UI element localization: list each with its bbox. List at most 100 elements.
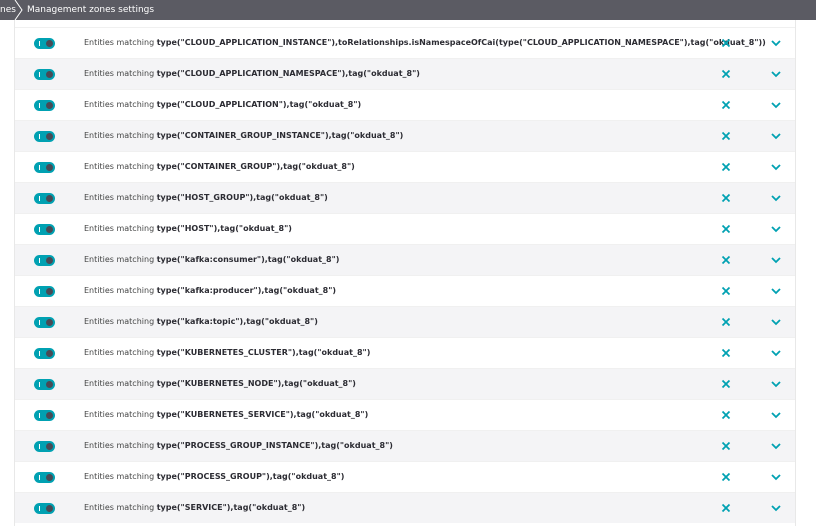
rule-prefix: Entities matching xyxy=(84,348,157,357)
expand-rule-chevron-down-icon[interactable] xyxy=(769,98,783,112)
rule-expression: type("CLOUD_APPLICATION_INSTANCE"),toRel… xyxy=(156,38,766,47)
expand-rule-chevron-down-icon[interactable] xyxy=(769,377,783,391)
remove-rule-close-icon[interactable] xyxy=(719,129,733,143)
expand-rule-chevron-down-icon[interactable] xyxy=(769,67,783,81)
remove-rule-close-icon[interactable] xyxy=(719,470,733,484)
breadcrumb: nes Management zones settings xyxy=(0,0,816,21)
toggle-on-mark xyxy=(39,196,40,201)
remove-rule-close-icon[interactable] xyxy=(719,439,733,453)
rule-enabled-toggle[interactable] xyxy=(34,503,55,514)
rule-expression: type("SERVICE"),tag("okduat_8") xyxy=(156,503,306,512)
remove-rule-close-icon[interactable] xyxy=(719,501,733,515)
toggle-knob xyxy=(46,412,53,419)
toggle-on-mark xyxy=(39,258,40,263)
rule-enabled-toggle[interactable] xyxy=(34,131,55,142)
remove-rule-close-icon[interactable] xyxy=(719,160,733,174)
toggle-knob xyxy=(46,443,53,450)
expand-rule-chevron-down-icon[interactable] xyxy=(769,222,783,236)
remove-rule-close-icon[interactable] xyxy=(719,191,733,205)
rule-enabled-toggle[interactable] xyxy=(34,410,55,421)
expand-rule-chevron-down-icon[interactable] xyxy=(769,284,783,298)
expand-rule-chevron-down-icon[interactable] xyxy=(769,191,783,205)
rule-description: Entities matching type("kafka:producer")… xyxy=(84,284,336,298)
rule-expression: type("kafka:topic"),tag("okduat_8") xyxy=(156,317,318,326)
expand-rule-chevron-down-icon[interactable] xyxy=(769,501,783,515)
rule-enabled-toggle[interactable] xyxy=(34,472,55,483)
rule-enabled-toggle[interactable] xyxy=(34,193,55,204)
rule-row: Entities matching type("KUBERNETES_NODE"… xyxy=(15,368,795,399)
remove-rule-close-icon[interactable] xyxy=(719,98,733,112)
rule-description: Entities matching type("KUBERNETES_CLUST… xyxy=(84,346,370,360)
rule-description: Entities matching type("PROCESS_GROUP_IN… xyxy=(84,439,393,453)
rule-enabled-toggle[interactable] xyxy=(34,348,55,359)
toggle-knob xyxy=(46,164,53,171)
rule-expression: type("kafka:producer"),tag("okduat_8") xyxy=(156,286,337,295)
rule-enabled-toggle[interactable] xyxy=(34,162,55,173)
toggle-on-mark xyxy=(39,413,40,418)
rule-expression: type("PROCESS_GROUP_INSTANCE"),tag("okdu… xyxy=(156,441,393,450)
rule-enabled-toggle[interactable] xyxy=(34,38,55,49)
toggle-knob xyxy=(46,102,53,109)
rule-prefix: Entities matching xyxy=(84,38,157,47)
rule-row: Entities matching type("CLOUD_APPLICATIO… xyxy=(15,89,795,120)
rule-expression: type("HOST_GROUP"),tag("okduat_8") xyxy=(156,193,328,202)
toggle-on-mark xyxy=(39,165,40,170)
rule-description: Entities matching type("SERVICE"),tag("o… xyxy=(84,501,305,515)
expand-rule-chevron-down-icon[interactable] xyxy=(769,253,783,267)
rule-description: Entities matching type("kafka:consumer")… xyxy=(84,253,339,267)
remove-rule-close-icon[interactable] xyxy=(719,67,733,81)
rule-enabled-toggle[interactable] xyxy=(34,379,55,390)
toggle-knob xyxy=(46,71,53,78)
toggle-on-mark xyxy=(39,506,40,511)
rule-enabled-toggle[interactable] xyxy=(34,286,55,297)
rule-prefix: Entities matching xyxy=(84,441,157,450)
toggle-knob xyxy=(46,133,53,140)
remove-rule-close-icon[interactable] xyxy=(719,346,733,360)
rule-expression: type("KUBERNETES_NODE"),tag("okduat_8") xyxy=(156,379,356,388)
rule-description: Entities matching type("HOST_GROUP"),tag… xyxy=(84,191,328,205)
breadcrumb-current: Management zones settings xyxy=(27,5,155,15)
remove-rule-close-icon[interactable] xyxy=(719,253,733,267)
expand-rule-chevron-down-icon[interactable] xyxy=(769,346,783,360)
toggle-on-mark xyxy=(39,72,40,77)
rule-enabled-toggle[interactable] xyxy=(34,441,55,452)
expand-rule-chevron-down-icon[interactable] xyxy=(769,408,783,422)
remove-rule-close-icon[interactable] xyxy=(719,222,733,236)
rule-expression: type("HOST"),tag("okduat_8") xyxy=(156,224,292,233)
expand-rule-chevron-down-icon[interactable] xyxy=(769,160,783,174)
rule-description: Entities matching type("CLOUD_APPLICATIO… xyxy=(84,67,420,81)
expand-rule-chevron-down-icon[interactable] xyxy=(769,470,783,484)
toggle-on-mark xyxy=(39,351,40,356)
expand-rule-chevron-down-icon[interactable] xyxy=(769,439,783,453)
toggle-on-mark xyxy=(39,382,40,387)
rule-description: Entities matching type("HOST"),tag("okdu… xyxy=(84,222,292,236)
rule-row: Entities matching type("CONTAINER_GROUP"… xyxy=(15,151,795,182)
rule-expression: type("PROCESS_GROUP"),tag("okduat_8") xyxy=(156,472,345,481)
rule-list: Entities matching type("CLOUD_APPLICATIO… xyxy=(14,20,796,526)
remove-rule-close-icon[interactable] xyxy=(719,284,733,298)
rule-enabled-toggle[interactable] xyxy=(34,69,55,80)
remove-rule-close-icon[interactable] xyxy=(719,377,733,391)
rule-expression: type("CONTAINER_GROUP"),tag("okduat_8") xyxy=(156,162,355,171)
rule-row: Entities matching type("KUBERNETES_CLUST… xyxy=(15,337,795,368)
rule-prefix: Entities matching xyxy=(84,100,157,109)
expand-rule-chevron-down-icon[interactable] xyxy=(769,315,783,329)
toggle-on-mark xyxy=(39,103,40,108)
rule-enabled-toggle[interactable] xyxy=(34,224,55,235)
expand-rule-chevron-down-icon[interactable] xyxy=(769,36,783,50)
rule-enabled-toggle[interactable] xyxy=(34,317,55,328)
remove-rule-close-icon[interactable] xyxy=(719,315,733,329)
remove-rule-close-icon[interactable] xyxy=(719,408,733,422)
rule-enabled-toggle[interactable] xyxy=(34,100,55,111)
toggle-on-mark xyxy=(39,227,40,232)
rule-expression: type("CONTAINER_GROUP_INSTANCE"),tag("ok… xyxy=(156,131,404,140)
rule-enabled-toggle[interactable] xyxy=(34,255,55,266)
remove-rule-close-icon[interactable] xyxy=(719,36,733,50)
expand-rule-chevron-down-icon[interactable] xyxy=(769,129,783,143)
rule-row: Entities matching type("SERVICE"),tag("o… xyxy=(15,492,795,523)
toggle-knob xyxy=(46,381,53,388)
rule-description: Entities matching type("CLOUD_APPLICATIO… xyxy=(84,98,361,112)
rule-prefix: Entities matching xyxy=(84,286,157,295)
rule-prefix: Entities matching xyxy=(84,255,157,264)
toggle-knob xyxy=(46,40,53,47)
